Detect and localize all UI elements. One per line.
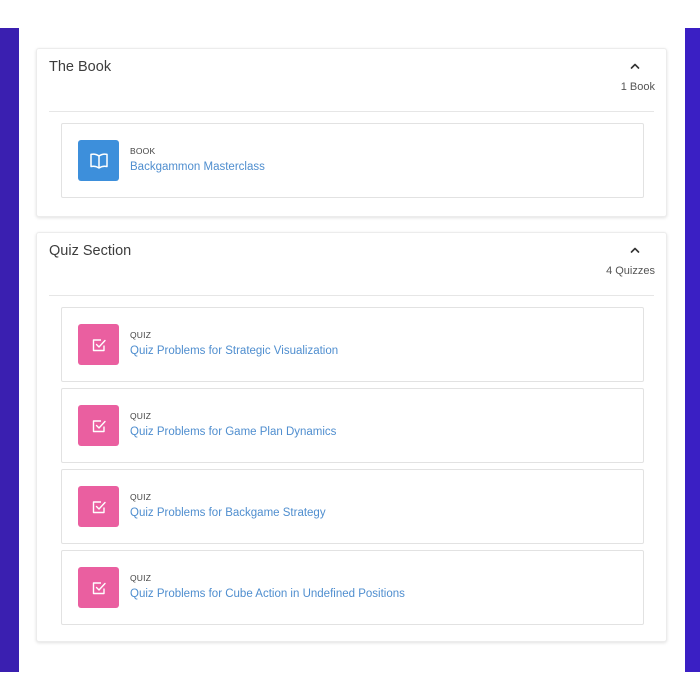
book-section-title: The Book [49,59,112,75]
checkbox-icon [92,500,106,513]
item-title-link[interactable]: Backgammon Masterclass [130,161,265,173]
item-kind-label: QUIZ [130,411,152,421]
quiz-count: 4 Quizzes [606,265,655,277]
quiz-tile [78,486,119,527]
list-item-quiz[interactable]: QUIZ Quiz Problems for Strategic Visuali… [61,307,644,382]
chevron-up-icon[interactable] [628,59,642,73]
open-book-icon [89,152,108,169]
list-item-quiz[interactable]: QUIZ Quiz Problems for Game Plan Dynamic… [61,388,644,463]
quiz-section: Quiz Section 4 Quizzes QUIZ Quiz Problem… [36,232,667,642]
list-item-quiz[interactable]: QUIZ Quiz Problems for Backgame Strategy [61,469,644,544]
list-item-book[interactable]: BOOK Backgammon Masterclass [61,123,644,198]
quiz-tile [78,567,119,608]
checkbox-icon [92,581,106,594]
quiz-tile [78,324,119,365]
item-title-link[interactable]: Quiz Problems for Cube Action in Undefin… [130,588,405,600]
item-title-link[interactable]: Quiz Problems for Strategic Visualizatio… [130,345,338,357]
section-divider [49,295,654,296]
item-kind-label: QUIZ [130,492,152,502]
chevron-up-icon[interactable] [628,243,642,257]
left-accent-bar [0,28,19,672]
item-kind-label: BOOK [130,146,156,156]
right-accent-bar [685,28,700,672]
item-kind-label: QUIZ [130,573,152,583]
section-divider [49,111,654,112]
quiz-tile [78,405,119,446]
checkbox-icon [92,338,106,351]
quiz-section-title: Quiz Section [49,243,132,259]
item-title-link[interactable]: Quiz Problems for Game Plan Dynamics [130,426,336,438]
book-section: The Book 1 Book BOOK Backgammon Mastercl… [36,48,667,217]
checkbox-icon [92,419,106,432]
item-title-link[interactable]: Quiz Problems for Backgame Strategy [130,507,326,519]
book-tile [78,140,119,181]
list-item-quiz[interactable]: QUIZ Quiz Problems for Cube Action in Un… [61,550,644,625]
item-kind-label: QUIZ [130,330,152,340]
book-count: 1 Book [620,81,655,93]
